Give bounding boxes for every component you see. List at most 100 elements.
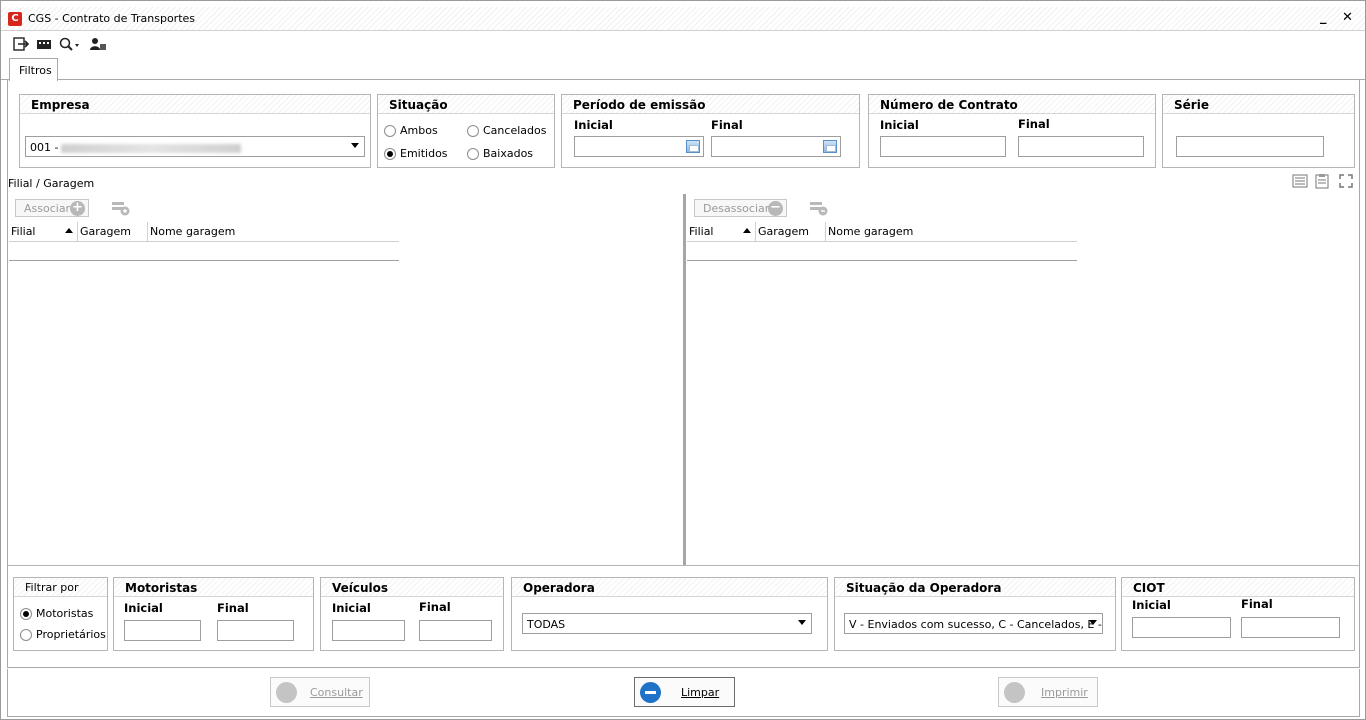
radio-cancelados[interactable]: Cancelados [467, 124, 546, 137]
calendar-icon[interactable] [823, 140, 837, 153]
printer-icon [1004, 682, 1025, 703]
veiculos-title: Veículos [321, 578, 503, 597]
right-grid-header: Filial Garagem Nome garagem [687, 222, 1077, 242]
operadora-title: Operadora [512, 578, 827, 597]
left-col-filial[interactable]: Filial [9, 222, 78, 242]
numero-contrato-group: Número de Contrato Inicial Final [868, 94, 1156, 168]
motoristas-inicial-input[interactable] [124, 620, 201, 641]
serie-group: Série [1162, 94, 1355, 168]
radio-emitidos-label: Emitidos [400, 147, 448, 160]
redacted-text [61, 143, 242, 153]
situacao-operadora-title: Situação da Operadora [835, 578, 1115, 597]
consultar-label: Consultar [310, 686, 363, 699]
remove-list-icon[interactable] [809, 200, 829, 216]
radio-emitidos-indicator [384, 147, 396, 160]
calendar-icon[interactable] [686, 140, 700, 153]
situacao-operadora-select[interactable]: V - Enviados com sucesso, C - Cancelados… [844, 613, 1103, 634]
right-col-garagem[interactable]: Garagem [756, 222, 826, 242]
motoristas-title: Motoristas [114, 578, 313, 597]
empresa-title: Empresa [20, 95, 370, 114]
radio-ambos-label: Ambos [400, 124, 438, 137]
filial-garagem-caption: Filial / Garagem [8, 177, 95, 190]
periodo-final-input[interactable] [711, 136, 841, 157]
radio-motoristas[interactable]: Motoristas [20, 607, 93, 620]
right-col-filial[interactable]: Filial [687, 222, 756, 242]
filtrar-por-title: Filtrar por [14, 578, 107, 597]
veiculos-inicial-label: Inicial [332, 601, 371, 615]
veiculos-group: Veículos Inicial Final [320, 577, 504, 651]
radio-baixados[interactable]: Baixados [467, 147, 533, 160]
empresa-group: Empresa 001 - [19, 94, 371, 168]
situacao-operadora-select-value: V - Enviados com sucesso, C - Cancelados… [849, 618, 1103, 631]
empresa-select-value: 001 - [30, 141, 59, 154]
radio-baixados-label: Baixados [483, 147, 534, 160]
imprimir-button[interactable]: Imprimir [998, 677, 1098, 707]
clear-icon [640, 682, 661, 703]
ciot-inicial-input[interactable] [1132, 617, 1231, 638]
minimize-button[interactable]: _ [1320, 10, 1327, 25]
associar-button[interactable]: Associar + [15, 199, 89, 217]
sort-ascending-icon [743, 228, 751, 233]
radio-proprietarios[interactable]: Proprietários [20, 628, 106, 641]
desassociar-button[interactable]: Desassociar − [694, 199, 787, 217]
periodo-title: Período de emissão [562, 95, 859, 114]
sort-ascending-icon [65, 228, 73, 233]
left-col-nome-garagem[interactable]: Nome garagem [148, 222, 399, 242]
left-grid-row-separator [9, 260, 399, 261]
tab-filtros[interactable]: Filtros [9, 58, 58, 81]
periodo-inicial-label: Inicial [574, 118, 613, 132]
numero-contrato-final-input[interactable] [1018, 136, 1144, 157]
radio-emitidos[interactable]: Emitidos [384, 147, 448, 160]
serie-input[interactable] [1176, 136, 1324, 157]
left-col-garagem[interactable]: Garagem [78, 222, 148, 242]
ciot-title: CIOT [1122, 578, 1354, 597]
empresa-select[interactable]: 001 - [25, 136, 365, 157]
right-col-nome-garagem-label: Nome garagem [828, 225, 914, 238]
operadora-select-value: TODAS [527, 618, 566, 631]
numero-contrato-inicial-input[interactable] [880, 136, 1006, 157]
operadora-select[interactable]: TODAS [522, 613, 812, 634]
left-col-nome-garagem-label: Nome garagem [150, 225, 236, 238]
periodo-final-label: Final [711, 118, 743, 132]
radio-ambos-indicator [384, 124, 396, 137]
serie-title: Série [1163, 95, 1354, 114]
radio-motoristas-label: Motoristas [36, 607, 94, 620]
list-view-icon[interactable] [1292, 173, 1308, 189]
numero-contrato-final-label: Final [1018, 117, 1050, 131]
plus-icon: + [70, 201, 85, 216]
minus-icon: − [768, 201, 783, 216]
veiculos-final-input[interactable] [419, 620, 492, 641]
add-list-icon[interactable] [111, 200, 131, 216]
consultar-button[interactable]: Consultar [270, 677, 370, 707]
operadora-group: Operadora TODAS [511, 577, 828, 651]
right-col-nome-garagem[interactable]: Nome garagem [826, 222, 1077, 242]
limpar-button[interactable]: Limpar [634, 677, 735, 707]
motoristas-inicial-label: Inicial [124, 601, 163, 615]
window-title: CGS - Contrato de Transportes [28, 12, 196, 25]
expand-icon[interactable] [1338, 173, 1354, 189]
radio-cancelados-indicator [467, 124, 479, 137]
radio-ambos[interactable]: Ambos [384, 124, 438, 137]
user-icon[interactable] [89, 37, 107, 51]
associar-label: Associar [24, 202, 71, 215]
grid-splitter[interactable] [683, 194, 686, 565]
ciot-inicial-label: Inicial [1132, 598, 1171, 612]
radio-proprietarios-indicator [20, 628, 32, 641]
chevron-down-icon [798, 620, 806, 625]
exit-icon[interactable] [13, 37, 29, 51]
chevron-down-icon [1089, 620, 1097, 625]
ciot-final-input[interactable] [1241, 617, 1340, 638]
left-col-filial-label: Filial [11, 225, 36, 238]
close-button[interactable]: ✕ [1342, 10, 1353, 25]
radio-motoristas-indicator [20, 607, 32, 620]
clipboard-icon[interactable] [1314, 173, 1330, 189]
keyboard-icon[interactable] [36, 37, 52, 51]
search-dropdown-icon[interactable] [59, 37, 81, 51]
motoristas-final-input[interactable] [217, 620, 294, 641]
left-grid-header: Filial Garagem Nome garagem [9, 222, 399, 242]
title-bar: C CGS - Contrato de Transportes _ ✕ [1, 7, 1365, 31]
search-icon [276, 682, 297, 703]
periodo-inicial-input[interactable] [574, 136, 704, 157]
tab-strip: Filtros [1, 58, 1365, 81]
veiculos-inicial-input[interactable] [332, 620, 405, 641]
